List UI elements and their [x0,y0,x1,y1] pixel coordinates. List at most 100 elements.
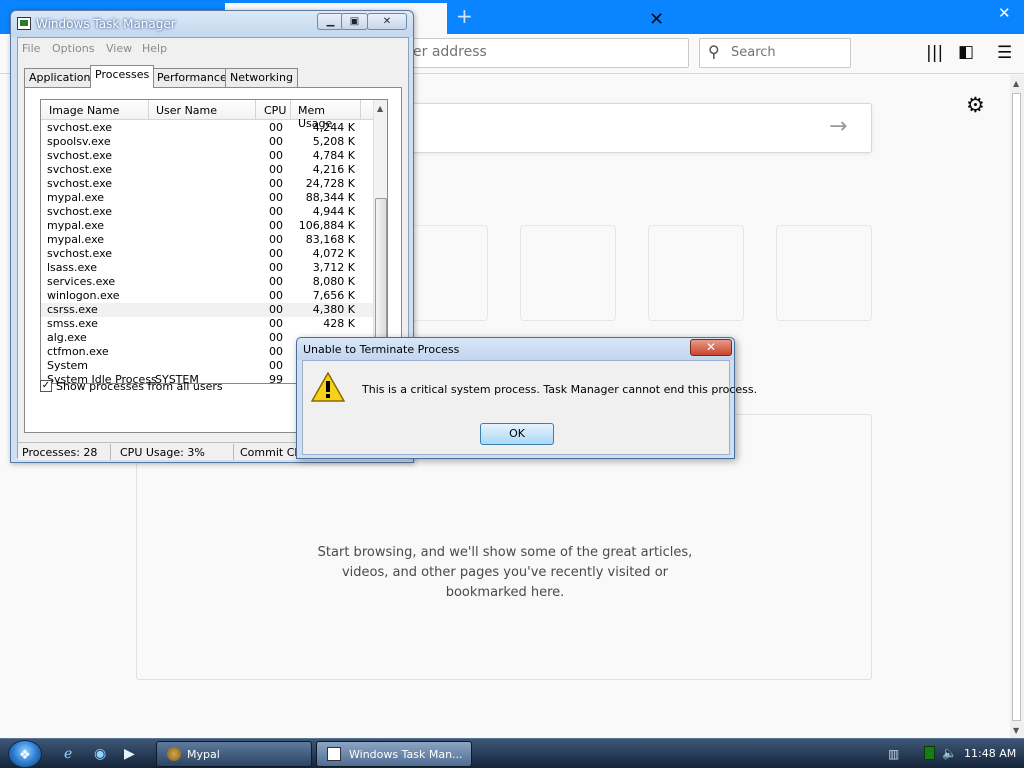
table-row[interactable]: services.exe 00 8,080 K [41,275,373,289]
sidebar-icon[interactable]: ◧ [958,42,974,62]
cell-mem-usage: 8,080 K [312,275,355,288]
newtab-search-box[interactable]: → [400,103,872,153]
table-header: Image Name User Name CPU Mem Usage [41,100,373,130]
cell-mem-usage: 4,784 K [312,149,355,162]
column-user-name[interactable]: User Name [149,100,256,120]
cell-mem-usage: 4,380 K [312,303,355,316]
taskbar-button-task-manager[interactable]: Windows Task Man... [316,741,472,767]
cell-image-name: services.exe [47,275,116,288]
scroll-thumb[interactable] [375,198,387,350]
ok-button[interactable]: OK [480,423,554,445]
maximize-button[interactable]: ▣ [341,13,368,30]
cell-mem-usage: 3,712 K [312,261,355,274]
menu-options[interactable]: Options [52,42,94,55]
search-bar[interactable]: ⚲ Search [699,38,851,68]
cell-cpu: 00 [269,261,283,274]
highlights-empty-message: Start browsing, and we'll show some of t… [317,545,693,600]
tab-close-icon[interactable]: ✕ [649,9,664,30]
cell-image-name: smss.exe [47,317,98,330]
table-row[interactable]: svchost.exe 00 4,216 K [41,163,373,177]
tab-processes[interactable]: Processes [90,65,155,88]
task-manager-tray-icon[interactable] [924,746,935,760]
cell-mem-usage: 4,216 K [312,163,355,176]
volume-icon[interactable]: 🔈 [942,746,957,760]
cell-mem-usage: 24,728 K [305,177,355,190]
cell-image-name: winlogon.exe [47,289,120,302]
show-all-checkbox[interactable]: ✓ [40,380,52,392]
clock[interactable]: 11:48 AM [964,747,1016,760]
table-row[interactable]: smss.exe 00 428 K [41,317,373,331]
column-mem-usage[interactable]: Mem Usage [291,100,361,130]
gear-icon[interactable]: ⚙ [966,93,985,117]
cell-cpu: 00 [269,317,283,330]
arrow-right-icon[interactable]: → [829,114,847,139]
network-icon[interactable]: ▥ [888,747,899,761]
library-icon[interactable]: ||| [926,43,943,63]
table-row[interactable]: mypal.exe 00 106,884 K [41,219,373,233]
cell-mem-usage: 83,168 K [305,233,355,246]
table-row[interactable]: lsass.exe 00 3,712 K [41,261,373,275]
table-row[interactable]: mypal.exe 00 88,344 K [41,191,373,205]
top-site-tile[interactable] [776,225,872,321]
table-row[interactable]: svchost.exe 00 4,072 K [41,247,373,261]
new-tab-icon[interactable]: + [456,4,473,28]
mypal-icon [167,747,181,761]
tab-performance[interactable]: Performance [152,68,232,87]
top-site-tile[interactable] [648,225,744,321]
cell-cpu: 00 [269,191,283,204]
taskbar-label: Windows Task Man... [349,748,463,761]
dialog-close-button[interactable]: ✕ [690,339,732,356]
content-scrollbar[interactable]: ▲ ▼ [1010,75,1024,738]
table-row[interactable]: csrss.exe 00 4,380 K [41,303,373,317]
url-bar[interactable]: er address [400,38,689,68]
table-row[interactable]: mypal.exe 00 83,168 K [41,233,373,247]
dialog-title-bar[interactable]: Unable to Terminate Process ✕ [297,338,734,360]
menu-help[interactable]: Help [142,42,167,55]
system-tray: ▥ 🔈 11:48 AM [882,740,1024,768]
scroll-thumb[interactable] [1012,93,1021,721]
cell-cpu: 00 [269,233,283,246]
status-divider [110,444,111,460]
table-row[interactable]: svchost.exe 00 4,244 K [41,121,373,135]
scroll-down-icon[interactable]: ▼ [1013,726,1019,735]
scroll-up-icon[interactable]: ▲ [377,104,383,113]
menu-bar: File Options View Help [18,38,408,58]
cell-image-name: svchost.exe [47,149,113,162]
media-player-icon[interactable]: ▶ [124,746,135,762]
cell-image-name: svchost.exe [47,163,113,176]
table-row[interactable]: svchost.exe 00 4,784 K [41,149,373,163]
cell-image-name: svchost.exe [47,177,113,190]
title-bar[interactable]: Windows Task Manager ▁ ▣ ✕ [11,11,413,37]
table-row[interactable]: svchost.exe 00 4,944 K [41,205,373,219]
cell-cpu: 00 [269,345,283,358]
close-button[interactable]: ✕ [367,13,407,30]
taskbar-button-mypal[interactable]: Mypal [156,741,312,767]
minimize-button[interactable]: ▁ [317,13,344,30]
scroll-up-icon[interactable]: ▲ [1013,79,1019,88]
menu-file[interactable]: File [22,42,40,55]
window-close-icon[interactable]: ✕ [998,4,1011,22]
cell-mem-usage: 88,344 K [305,191,355,204]
cell-mem-usage: 5,208 K [312,135,355,148]
dialog-title: Unable to Terminate Process [303,343,460,356]
table-row[interactable]: winlogon.exe 00 7,656 K [41,289,373,303]
cell-image-name: svchost.exe [47,121,113,134]
cell-mem-usage: 428 K [323,317,355,330]
top-site-tile[interactable] [520,225,616,321]
status-processes: Processes: 28 [22,446,98,459]
warning-icon [311,371,345,402]
menu-view[interactable]: View [106,42,132,55]
cell-image-name: svchost.exe [47,247,113,260]
browser-quicklaunch-icon[interactable]: ◉ [94,746,106,762]
column-cpu[interactable]: CPU [256,100,291,120]
table-row[interactable]: svchost.exe 00 24,728 K [41,177,373,191]
cell-cpu: 00 [269,275,283,288]
table-row[interactable]: spoolsv.exe 00 5,208 K [41,135,373,149]
column-image-name[interactable]: Image Name [41,100,149,120]
start-button[interactable]: ❖ [8,740,42,768]
tab-networking[interactable]: Networking [225,68,298,87]
cell-mem-usage: 4,244 K [312,121,355,134]
internet-explorer-icon[interactable]: ℯ [64,746,72,762]
status-cpu: CPU Usage: 3% [120,446,205,459]
menu-icon[interactable]: ☰ [997,43,1012,63]
